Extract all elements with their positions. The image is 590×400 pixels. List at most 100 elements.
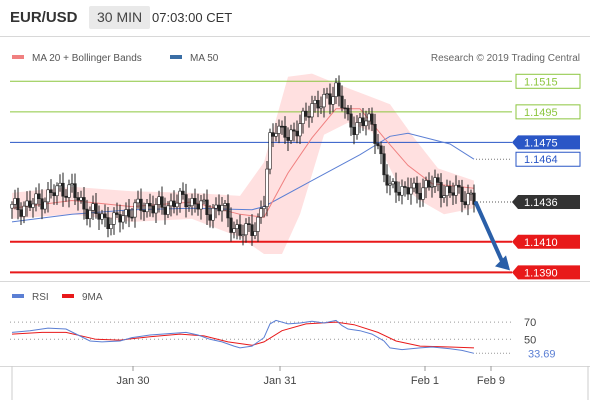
candle-body — [358, 117, 362, 123]
candle-body — [217, 204, 221, 212]
candle-body — [223, 203, 227, 206]
candle-body — [469, 192, 473, 195]
candle-body — [307, 116, 311, 118]
candle-body — [13, 198, 17, 205]
candle-body — [226, 203, 230, 219]
candle-body — [418, 193, 422, 200]
candle-body — [25, 200, 29, 207]
candle — [133, 199, 137, 228]
candle-body — [91, 203, 95, 211]
candle-body — [406, 187, 410, 195]
candle-body — [112, 212, 116, 225]
level-label-1.1390: 1.1390 — [512, 265, 580, 280]
candle-body — [67, 184, 71, 198]
candle-body — [385, 174, 389, 186]
rsi-line — [11, 319, 475, 354]
rsi-legend-swatch-1 — [62, 294, 74, 298]
candle-body — [208, 214, 212, 221]
candle-body — [451, 192, 455, 196]
level-label-1.1410-text: 1.1410 — [524, 237, 558, 249]
x-tick-label-1: Jan 31 — [263, 375, 296, 387]
rsi-legend-label-1: 9MA — [82, 292, 103, 303]
level-label-1.1515-text: 1.1515 — [524, 76, 558, 88]
candle-body — [436, 177, 440, 183]
candle-body — [331, 96, 335, 105]
candle-body — [145, 203, 149, 213]
level-label-1.1495: 1.1495 — [515, 104, 581, 120]
candle-body — [109, 224, 113, 229]
candle-body — [283, 125, 287, 138]
candles — [10, 75, 512, 246]
candle-body — [214, 204, 218, 209]
candle-body — [388, 183, 392, 186]
candle-body — [403, 186, 407, 188]
candle-body — [49, 189, 53, 193]
candle-body — [241, 234, 245, 237]
candle — [109, 217, 113, 236]
rsi-tick-50: 50 — [524, 334, 536, 346]
candle-body — [193, 198, 197, 205]
candle-body — [34, 193, 38, 205]
candle-body — [187, 205, 191, 208]
candle-body — [319, 106, 323, 109]
candle-body — [256, 216, 260, 232]
candle-body — [28, 200, 32, 208]
candle-body — [229, 217, 233, 233]
candle-body — [61, 182, 65, 197]
candle — [388, 175, 392, 196]
candle-body — [16, 198, 20, 211]
candle-body — [196, 203, 200, 210]
forecast-arrow-shaft — [474, 201, 505, 266]
candle-body — [367, 113, 371, 122]
rsi-panel: 70 50 33.69 — [10, 317, 556, 360]
candle-body — [85, 208, 89, 220]
candle-body — [454, 184, 458, 196]
candle-body — [292, 129, 296, 132]
legend-swatch-1 — [170, 55, 182, 59]
candle — [397, 181, 401, 202]
candle-body — [316, 100, 320, 109]
candle-body — [58, 182, 62, 187]
candle-body — [325, 93, 329, 96]
candle-body — [157, 196, 161, 205]
candle-body — [97, 213, 101, 220]
candle-body — [250, 224, 254, 236]
candle-body — [415, 182, 419, 194]
candle-body — [421, 187, 425, 200]
candle-body — [364, 120, 368, 127]
rsi-legend-swatch-0 — [12, 294, 24, 298]
candle-body — [151, 205, 155, 214]
candle-body — [55, 185, 59, 197]
candle-body — [301, 110, 305, 124]
candle-body — [244, 223, 248, 236]
candle-body — [442, 195, 446, 199]
candle-body — [352, 126, 356, 135]
candle-body — [334, 82, 338, 97]
candle-body — [163, 207, 167, 215]
candle-body — [271, 132, 275, 137]
candle-body — [238, 224, 242, 236]
candle-body — [235, 224, 239, 229]
candle-body — [466, 193, 470, 206]
candle-body — [343, 107, 347, 110]
candle-body — [346, 107, 350, 115]
legend-label-0: MA 20 + Bollinger Bands — [32, 53, 142, 64]
ma50-value-label-text: 1.1464 — [524, 154, 558, 166]
candle-body — [199, 200, 203, 210]
candle-body — [289, 129, 293, 141]
candle-body — [313, 100, 317, 104]
candle-body — [298, 123, 302, 137]
candle-body — [172, 200, 176, 208]
candle-body — [82, 197, 86, 210]
candle-body — [136, 198, 140, 204]
price-chart: MA 20 + Bollinger Bands MA 50 Research © … — [10, 53, 589, 400]
rsi-legend: RSI 9MA — [12, 292, 103, 303]
candle-body — [175, 202, 179, 208]
candle-body — [106, 217, 110, 229]
candle-body — [397, 191, 401, 196]
candle-body — [460, 186, 464, 202]
candle-body — [424, 180, 428, 189]
candle-body — [43, 201, 47, 210]
ma50-value-label: 1.1464 — [515, 151, 581, 167]
candle-body — [166, 205, 170, 215]
